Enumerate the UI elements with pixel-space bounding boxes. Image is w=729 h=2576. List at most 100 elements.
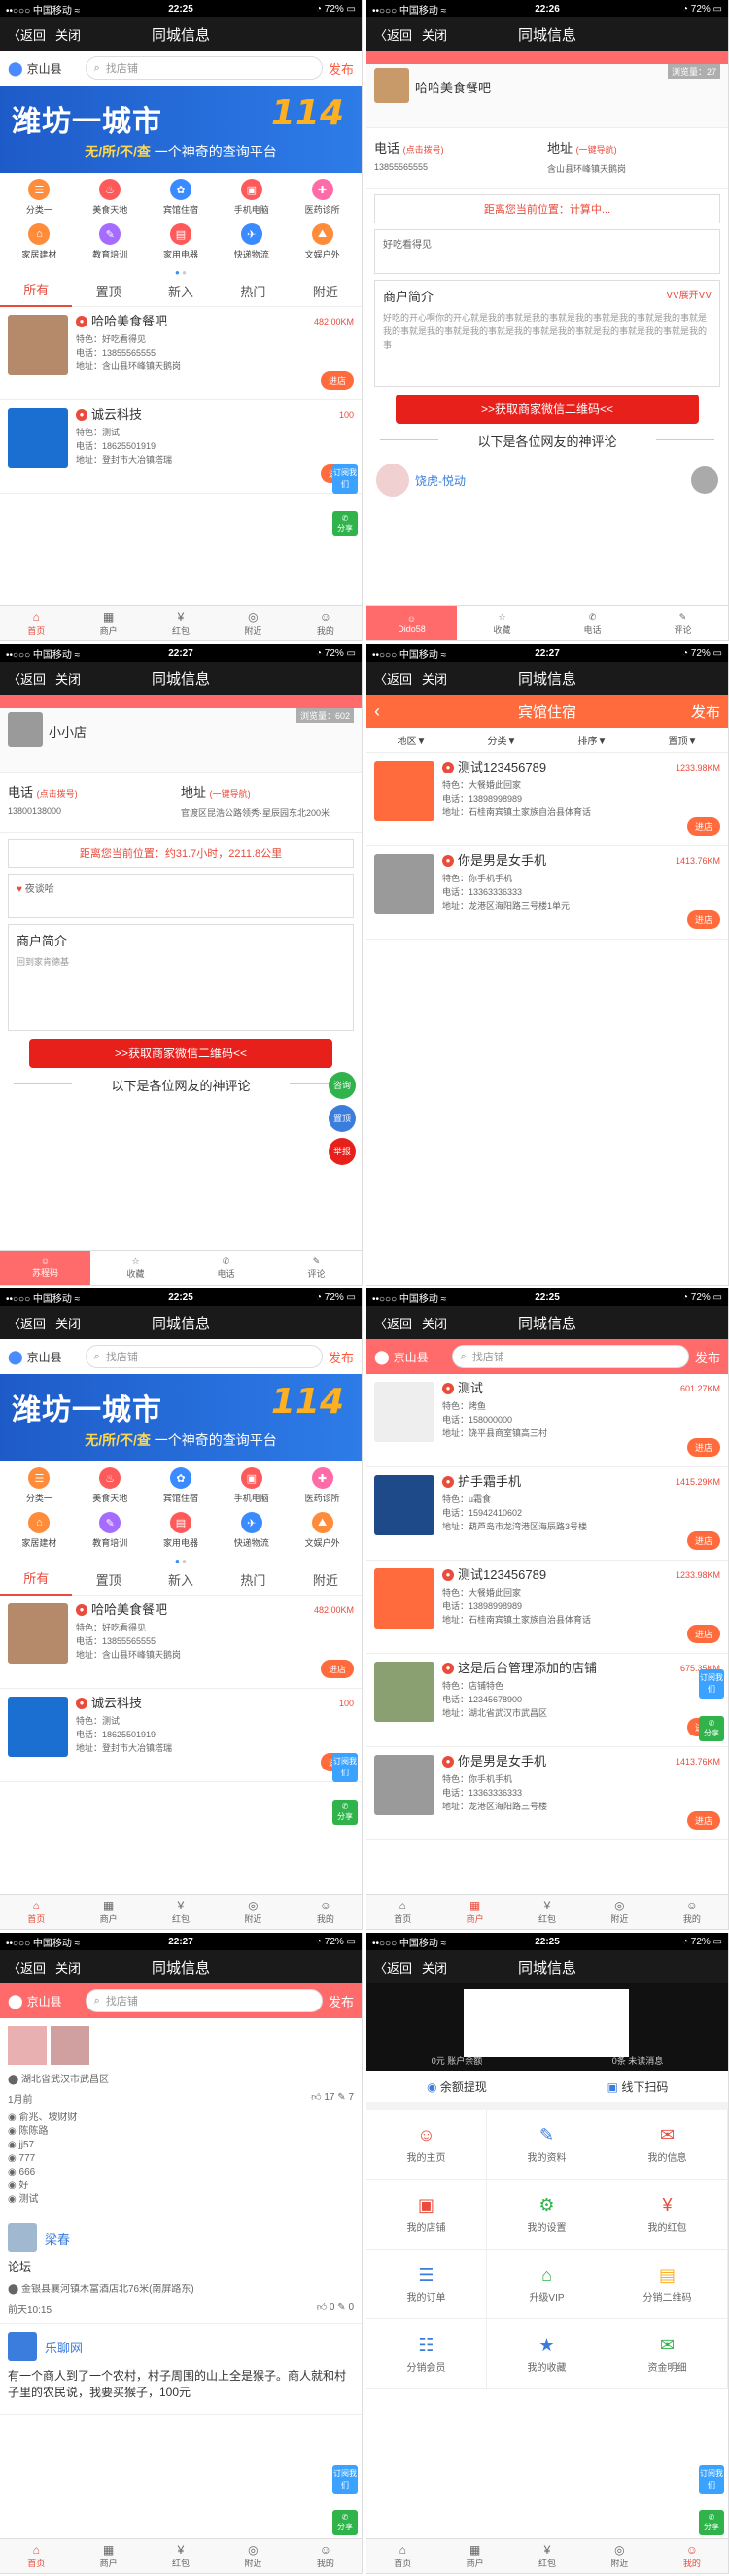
search-input[interactable]: ⌕ 找店铺 bbox=[451, 1345, 689, 1368]
chevron-left-icon[interactable]: ‹ bbox=[374, 702, 403, 722]
phone-field[interactable]: 电话 (点击拨号) 13800138000 bbox=[8, 782, 181, 822]
list-item[interactable]: ● 你是男是女手机 特色：你手机手机 电话：13363336333 地址：龙港区海阳路三… bbox=[366, 846, 728, 940]
tab-2[interactable]: ¥ 红包 bbox=[145, 606, 217, 640]
search-input[interactable]: ⌕ 找店铺 bbox=[85, 56, 323, 80]
category-item[interactable]: ✎ 教育培训 bbox=[75, 223, 146, 268]
city-selector[interactable]: 京山县 bbox=[27, 1993, 80, 2009]
category-item[interactable]: ▤ 家用电器 bbox=[146, 223, 217, 268]
post-image[interactable] bbox=[8, 2026, 47, 2065]
close-button[interactable]: 关闭 bbox=[55, 670, 81, 688]
comment-icon[interactable]: ✎ bbox=[337, 2092, 348, 2103]
enter-shop-button[interactable]: 进店 bbox=[686, 1531, 720, 1550]
category-item[interactable]: ☰ 分类一 bbox=[4, 179, 75, 223]
address-field[interactable]: 地址 (一键导航) 含山县环峰镇天鹅岗 bbox=[547, 138, 720, 178]
tab-4[interactable]: ☺ 我的 bbox=[290, 2539, 362, 2573]
category-item[interactable]: ▣ 手机电脑 bbox=[216, 179, 287, 223]
user-menu-item[interactable]: ⚙ 我的设置 bbox=[487, 2180, 608, 2250]
close-button[interactable]: 关闭 bbox=[422, 1314, 447, 1332]
tab-3[interactable]: ◎ 附近 bbox=[217, 2539, 289, 2573]
filter-sort[interactable]: 排序▼ bbox=[547, 733, 638, 747]
tab-0[interactable]: ⌂ 首页 bbox=[0, 1895, 72, 1929]
scan-button[interactable]: ▣ 线下扫码 bbox=[547, 2078, 728, 2095]
tab-all[interactable]: 所有 bbox=[0, 1564, 73, 1596]
location-pin-icon[interactable]: ⬤ bbox=[374, 1349, 390, 1365]
user-menu-item[interactable]: ☰ 我的订单 bbox=[366, 2250, 487, 2319]
tab-3[interactable]: ◎ 附近 bbox=[583, 1895, 655, 1929]
close-button[interactable]: 关闭 bbox=[55, 25, 81, 44]
qr-code-button[interactable]: >>获取商家微信二维码<< bbox=[396, 395, 699, 424]
category-item[interactable]: ✿ 宾馆住宿 bbox=[146, 1467, 217, 1512]
list-item[interactable]: ● 这是后台管理添加的店铺 特色：店铺特色 电话：12345678900 地址：湖北省武… bbox=[366, 1654, 728, 1747]
tab-2[interactable]: ¥ 红包 bbox=[511, 2539, 583, 2573]
unread-stat[interactable]: 0条 未读消息 bbox=[547, 2054, 728, 2067]
tab-4[interactable]: ☺ 我的 bbox=[290, 1895, 362, 1929]
back-button[interactable]: 〈返回 bbox=[8, 1958, 46, 1976]
thumbs-up-icon[interactable]: 👍︎ bbox=[317, 2302, 330, 2313]
list-item[interactable]: ● 你是男是女手机 特色：你手机手机 电话：13363336333 地址：龙港区海阳路三… bbox=[366, 1747, 728, 1840]
tab-nearby[interactable]: 附近 bbox=[290, 1570, 362, 1589]
wechat-float-button[interactable]: ✆ 分享 bbox=[332, 1800, 358, 1825]
promo-banner[interactable]: 潍坊一城市 114 无/所/不/查 一个神奇的查询平台 bbox=[0, 1374, 362, 1461]
enter-shop-button[interactable]: 进店 bbox=[686, 910, 720, 929]
enter-shop-button[interactable]: 进店 bbox=[320, 1660, 354, 1678]
tab-top[interactable]: 置顶 bbox=[72, 282, 144, 300]
filter-category[interactable]: 分类▼ bbox=[457, 733, 547, 747]
filter-region[interactable]: 地区▼ bbox=[366, 733, 457, 747]
list-item[interactable]: ● 护手霜手机 特色：u霜食 电话：15942410602 地址：葫芦岛市龙湾港区海辰路… bbox=[366, 1467, 728, 1561]
thumbs-up-icon[interactable]: 👍︎ bbox=[311, 2092, 324, 2103]
tab-0[interactable]: ⌂ 首页 bbox=[0, 606, 72, 640]
category-item[interactable]: ♨ 美食天地 bbox=[75, 1467, 146, 1512]
report-button[interactable]: 举报 bbox=[329, 1138, 356, 1165]
category-item[interactable]: ✈ 快递物流 bbox=[216, 1512, 287, 1557]
publish-button[interactable]: 发布 bbox=[691, 702, 720, 722]
scroll-top-button[interactable] bbox=[691, 466, 718, 494]
enter-shop-button[interactable]: 进店 bbox=[686, 1438, 720, 1457]
tab-2[interactable]: ¥ 红包 bbox=[145, 1895, 217, 1929]
location-pin-icon[interactable]: ⬤ bbox=[8, 60, 23, 77]
tab-4[interactable]: ☺ 我的 bbox=[290, 606, 362, 640]
back-button[interactable]: 〈返回 bbox=[374, 1314, 412, 1332]
list-item[interactable]: ● 哈哈美食餐吧 特色：好吃看得见 电话：13855565555 地址：含山县环峰镇天鹅… bbox=[0, 307, 362, 400]
list-item[interactable]: ● 哈哈美食餐吧 特色：好吃看得见 电话：13855565555 地址：含山县环峰镇天鹅… bbox=[0, 1596, 362, 1689]
phone-button[interactable]: ✆ 电话 bbox=[181, 1251, 271, 1285]
user-menu-item[interactable]: ▣ 我的店铺 bbox=[366, 2180, 487, 2250]
tab-1[interactable]: ▦ 商户 bbox=[72, 1895, 144, 1929]
promo-banner[interactable]: 潍坊一城市 114 无/所/不/查 一个神奇的查询平台 bbox=[0, 86, 362, 173]
publish-button[interactable]: 发布 bbox=[329, 1992, 354, 2010]
expand-button[interactable]: VV展开VV bbox=[666, 287, 712, 301]
list-item[interactable]: ● 测试 特色：烤鱼 电话：158000000 地址：饶平县商室镇高三村 601.27KM… bbox=[366, 1374, 728, 1467]
category-item[interactable]: ✚ 医药诊所 bbox=[287, 179, 358, 223]
close-button[interactable]: 关闭 bbox=[422, 1958, 447, 1976]
enter-shop-button[interactable]: 进店 bbox=[320, 371, 354, 390]
tab-2[interactable]: ¥ 红包 bbox=[511, 1895, 583, 1929]
close-button[interactable]: 关闭 bbox=[422, 670, 447, 688]
back-button[interactable]: 〈返回 bbox=[8, 1314, 46, 1332]
withdraw-button[interactable]: ◉ 余额提现 bbox=[366, 2078, 547, 2095]
category-item[interactable]: ⛰ 文娱户外 bbox=[287, 1512, 358, 1557]
subscribe-float-button[interactable]: 订阅我们 bbox=[699, 1669, 724, 1699]
category-item[interactable]: ⌂ 家居建材 bbox=[4, 1512, 75, 1557]
tab-hot[interactable]: 热门 bbox=[217, 1570, 289, 1589]
wechat-float-button[interactable]: ✆ 分享 bbox=[699, 1716, 724, 1741]
poster-name[interactable]: 梁春 bbox=[45, 2229, 70, 2248]
close-button[interactable]: 关闭 bbox=[55, 1958, 81, 1976]
category-item[interactable]: ▤ 家用电器 bbox=[146, 1512, 217, 1557]
favorite-button[interactable]: ☆ 收藏 bbox=[457, 606, 547, 640]
publish-button[interactable]: 发布 bbox=[329, 59, 354, 78]
comment-button[interactable]: ✎ 评论 bbox=[271, 1251, 362, 1285]
list-item[interactable]: ● 测试123456789 特色：大餐婚此回家 电话：13898998989 地址：石桂… bbox=[366, 753, 728, 846]
wechat-float-button[interactable]: ✆ 分享 bbox=[332, 2510, 358, 2535]
close-button[interactable]: 关闭 bbox=[422, 25, 447, 44]
tab-0[interactable]: ⌂ 首页 bbox=[366, 1895, 438, 1929]
user-menu-item[interactable]: ✎ 我的资料 bbox=[487, 2110, 608, 2180]
category-item[interactable]: ✈ 快递物流 bbox=[216, 223, 287, 268]
tab-4[interactable]: ☺ 我的 bbox=[656, 1895, 728, 1929]
wechat-float-button[interactable]: ✆ 分享 bbox=[699, 2510, 724, 2535]
avatar[interactable] bbox=[8, 2332, 37, 2361]
city-selector[interactable]: 京山县 bbox=[27, 1349, 80, 1365]
tab-2[interactable]: ¥ 红包 bbox=[145, 2539, 217, 2573]
tab-all[interactable]: 所有 bbox=[0, 276, 73, 307]
category-item[interactable]: ✚ 医药诊所 bbox=[287, 1467, 358, 1512]
wechat-float-button[interactable]: ✆ 分享 bbox=[332, 511, 358, 536]
enter-shop-button[interactable]: 进店 bbox=[686, 817, 720, 836]
